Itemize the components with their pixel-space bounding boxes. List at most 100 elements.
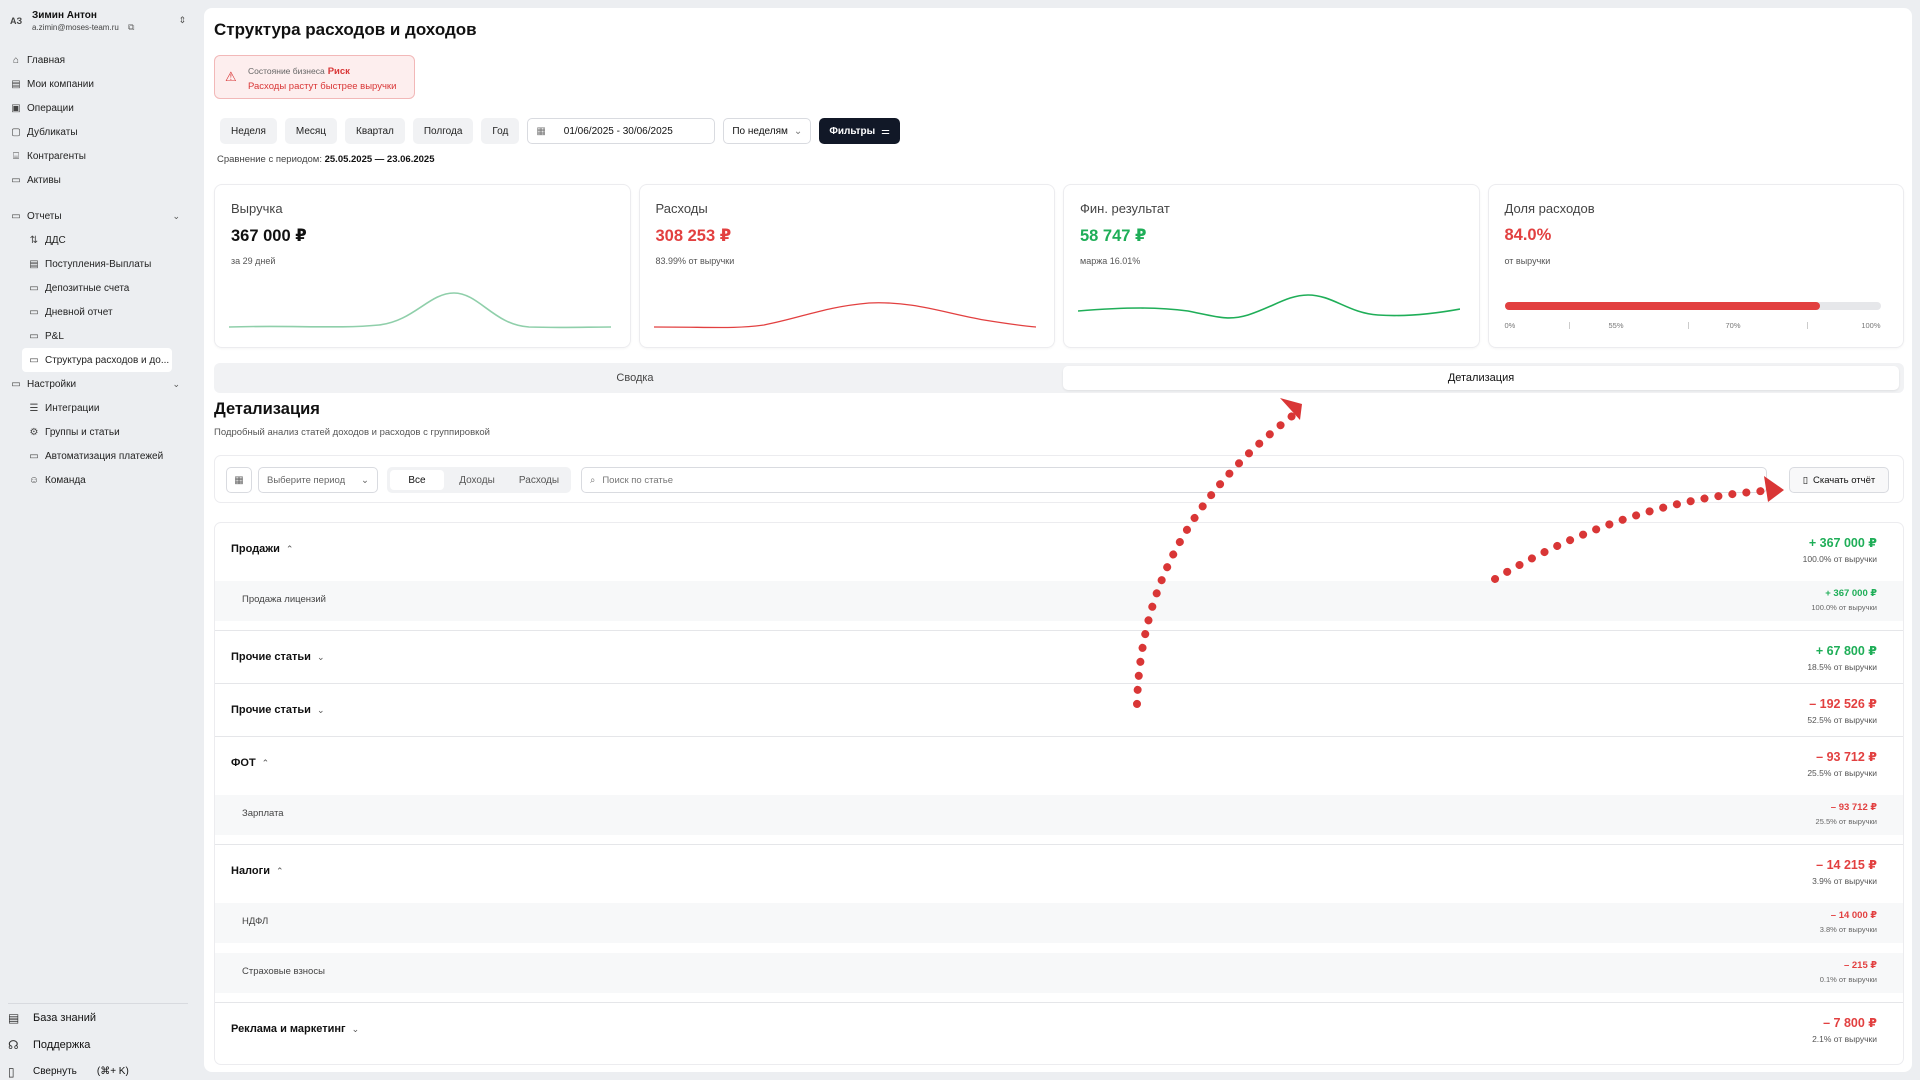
sidebar-item-label: Контрагенты	[27, 150, 86, 162]
sidebar-item-deposit-accounts[interactable]: ▭ Депозитные счета	[0, 276, 192, 300]
sidebar-item-companies[interactable]: ▤ Мои компании	[0, 72, 192, 96]
alert-label: Состояние бизнеса	[248, 66, 325, 76]
operations-icon: ▣	[11, 102, 21, 114]
tick-mark	[1687, 322, 1689, 329]
group-row-other-income[interactable]: Прочие статьи ⌄ + 67 800 ₽ 18.5% от выруч…	[215, 631, 1903, 684]
group-row-taxes[interactable]: Налоги ⌃ – 14 215 ₽ 3.9% от выручки НДФЛ …	[215, 845, 1903, 1003]
group-name-text: ФОТ	[231, 757, 256, 769]
compare-period: Сравнение с периодом: 25.05.2025 — 23.06…	[217, 154, 434, 165]
search-placeholder: Поиск по статье	[602, 474, 674, 486]
kpi-subtitle: от выручки	[1504, 256, 1551, 266]
expense-share-ticks: 0% 55% 70% 100%	[1505, 321, 1881, 333]
period-select[interactable]: Выберите период ⌄	[258, 467, 378, 493]
grouping-value: По неделям	[732, 125, 788, 137]
sidebar-item-duplicates[interactable]: ▢ Дубликаты	[0, 120, 192, 144]
sidebar-item-groups[interactable]: ⚙ Группы и статьи	[0, 420, 192, 444]
sidebar-item-assets[interactable]: ▭ Активы	[0, 168, 192, 192]
group-name: Реклама и маркетинг ⌄	[231, 1023, 359, 1035]
sidebar-item-label: P&L	[45, 330, 64, 342]
sidebar-item-label: Отчеты	[27, 210, 62, 222]
group-row-payroll[interactable]: ФОТ ⌃ – 93 712 ₽ 25.5% от выручки Зарплат…	[215, 737, 1903, 845]
tab-summary[interactable]: Сводка	[217, 366, 1053, 390]
group-row-other-expenses[interactable]: Прочие статьи ⌄ – 192 526 ₽ 52.5% от выру…	[215, 684, 1903, 737]
report-icon: ▭	[29, 306, 39, 318]
sidebar-item-integrations[interactable]: ☰ Интеграции	[0, 396, 192, 420]
period-year-button[interactable]: Год	[481, 118, 520, 144]
sidebar-item-label: Депозитные счета	[45, 282, 130, 294]
segment-expenses[interactable]: Расходы	[509, 470, 569, 490]
kpi-value: 367 000 ₽	[231, 227, 307, 245]
avatar: АЗ	[10, 16, 23, 26]
sidebar-item-receipts-payments[interactable]: ▤ Поступления-Выплаты	[0, 252, 192, 276]
chevron-down-icon: ⌄	[316, 652, 325, 662]
main-content: Структура расходов и доходов ⚠ Состояние…	[204, 8, 1912, 1072]
sidebar-item-daily-report[interactable]: ▭ Дневной отчет	[0, 300, 192, 324]
download-report-button[interactable]: ▯ Скачать отчёт	[1789, 467, 1889, 493]
kpi-expenses: Расходы 308 253 ₽ 83.99% от выручки	[638, 184, 1055, 348]
segment-all[interactable]: Все	[390, 470, 444, 490]
sub-row-value: – 14 000 ₽	[1830, 910, 1877, 921]
kpi-cards: Выручка 367 000 ₽ за 29 дней Расходы 308…	[214, 184, 1904, 348]
sidebar-group-settings[interactable]: ▭ Настройки ⌄	[0, 372, 192, 396]
list-icon: ▤	[29, 258, 39, 270]
sidebar-bottom: ▤ База знаний ☊ Поддержка ▯ Свернуть (⌘+ K)	[0, 1004, 192, 1080]
period-quarter-button[interactable]: Квартал	[345, 118, 405, 144]
group-name: Прочие статьи ⌄	[231, 651, 324, 663]
sidebar-item-pnl[interactable]: ▭ P&L	[0, 324, 192, 348]
kpi-subtitle: 83.99% от выручки	[655, 256, 735, 266]
calendar-button[interactable]: ▦	[226, 467, 252, 493]
sidebar-item-counterparties[interactable]: ⌸ Контрагенты	[0, 144, 192, 168]
support-link[interactable]: ☊ Поддержка	[0, 1031, 192, 1058]
revenue-sparkline	[229, 292, 611, 329]
filters-button[interactable]: Фильтры ⚌	[819, 118, 901, 144]
kpi-title: Фин. результат	[1080, 201, 1170, 216]
user-switcher[interactable]: АЗ Зимин Антон a.zimin@moses-team.ru ⧉ ⇕	[10, 8, 186, 36]
sidebar-item-operations[interactable]: ▣ Операции	[0, 96, 192, 120]
segment-income[interactable]: Доходы	[447, 470, 507, 490]
headset-icon: ☊	[8, 1037, 19, 1052]
group-name: Прочие статьи ⌄	[231, 704, 324, 716]
collapse-sidebar-button[interactable]: ▯ Свернуть (⌘+ K)	[0, 1058, 192, 1080]
alert-message: Расходы растут быстрее выручки	[248, 81, 397, 92]
shortcut-hint: (⌘+ K)	[96, 1066, 129, 1077]
building-icon: ▤	[11, 78, 21, 90]
group-row-sales[interactable]: Продажи ⌃ + 367 000 ₽ 100.0% от выручки П…	[215, 523, 1903, 631]
kpi-expense-share: Доля расходов 84.0% от выручки 0% 55% 70…	[1487, 184, 1904, 348]
period-halfyear-button[interactable]: Полгода	[412, 118, 474, 144]
sidebar-item-structure[interactable]: ▭ Структура расходов и до...	[22, 348, 172, 372]
details-table: Продажи ⌃ + 367 000 ₽ 100.0% от выручки П…	[214, 522, 1904, 1065]
grouping-select[interactable]: По неделям ⌄	[723, 118, 812, 144]
expenses-sparkline	[653, 302, 1036, 329]
sidebar-item-home[interactable]: ⌂ Главная	[0, 48, 192, 72]
file-icon: ▯	[1802, 474, 1808, 486]
search-input[interactable]: ⌕ Поиск по статье	[581, 467, 1767, 493]
sidebar-item-automation[interactable]: ▭ Автоматизация платежей	[0, 444, 192, 468]
tick-mark	[1806, 322, 1808, 329]
sidebar-item-label: Настройки	[27, 378, 77, 390]
knowledge-base-label: База знаний	[33, 1011, 97, 1024]
sidebar-group-reports[interactable]: ▭ Отчеты ⌄	[0, 204, 192, 228]
kpi-title: Расходы	[655, 201, 708, 216]
group-row-marketing[interactable]: Реклама и маркетинг ⌄ – 7 800 ₽ 2.1% от в…	[215, 1003, 1903, 1063]
chevron-updown-icon[interactable]: ⇕	[178, 15, 186, 26]
kpi-result: Фин. результат 58 747 ₽ маржа 16.01%	[1063, 184, 1480, 348]
sidebar-item-label: Главная	[27, 54, 66, 66]
sidebar-item-label: Группы и статьи	[45, 426, 120, 438]
copy-icon[interactable]: ⧉	[128, 22, 134, 33]
sidebar-item-team[interactable]: ☺ Команда	[0, 468, 192, 492]
group-value: + 67 800 ₽	[1815, 644, 1877, 658]
section-subtitle: Подробный анализ статей доходов и расход…	[214, 427, 490, 438]
kpi-value: 58 747 ₽	[1080, 227, 1147, 245]
sub-row: Зарплата – 93 712 ₽ 25.5% от выручки	[215, 795, 1903, 835]
report-icon: ▭	[29, 354, 39, 366]
sidebar-item-dds[interactable]: ⇅ ДДС	[0, 228, 192, 252]
knowledge-base-link[interactable]: ▤ База знаний	[0, 1004, 192, 1031]
tab-details[interactable]: Детализация	[1063, 366, 1899, 390]
period-week-button[interactable]: Неделя	[220, 118, 277, 144]
sidebar-item-label: Команда	[45, 474, 86, 486]
period-month-button[interactable]: Месяц	[284, 118, 338, 144]
group-name: Налоги ⌃	[231, 865, 284, 877]
chevron-down-icon: ⌄	[351, 1024, 360, 1034]
date-range-picker[interactable]: ▦ 01/06/2025 - 30/06/2025	[527, 118, 716, 144]
book-icon: ▤	[8, 1010, 20, 1025]
